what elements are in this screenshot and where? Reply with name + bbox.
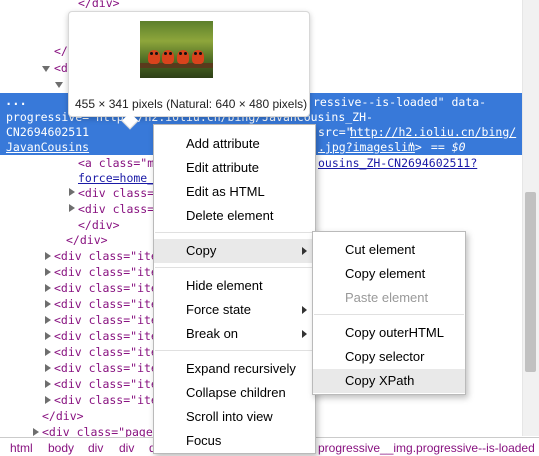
submenu-item-copy-xpath[interactable]: Copy XPath: [313, 369, 465, 393]
breadcrumb-item-current[interactable]: progressive__img.progressive--is-loaded: [318, 441, 535, 455]
expand-triangle-icon[interactable]: [45, 332, 51, 340]
more-dots-icon[interactable]: ...: [5, 94, 27, 108]
menu-item-copy[interactable]: Copy: [154, 239, 315, 263]
image-thumbnail: [140, 21, 213, 78]
submenu-arrow-icon: [302, 330, 307, 338]
scrollbar-thumb[interactable]: [525, 192, 536, 372]
tree-line[interactable]: </div>: [78, 218, 120, 234]
tree-line[interactable]: </: [54, 44, 68, 60]
tree-line[interactable]: <div class="ite: [54, 313, 158, 329]
tree-link[interactable]: ousins_ZH-CN2694602511?: [318, 156, 477, 172]
menu-item-scroll-into-view[interactable]: Scroll into view: [154, 405, 315, 429]
menu-item-add-attribute[interactable]: Add attribute: [154, 132, 315, 156]
menu-separator: [155, 232, 314, 233]
selected-link-src[interactable]: http://h2.ioliu.cn/bing/: [350, 125, 516, 139]
menu-separator: [155, 267, 314, 268]
submenu-item-cut-element[interactable]: Cut element: [313, 238, 465, 262]
tree-line[interactable]: <div class="ite: [54, 329, 158, 345]
submenu-item-copy-element[interactable]: Copy element: [313, 262, 465, 286]
image-preview-tooltip: 455 × 341 pixels (Natural: 640 × 480 pix…: [68, 11, 310, 117]
menu-item-edit-as-html[interactable]: Edit as HTML: [154, 180, 315, 204]
selected-line-3b: src=": [318, 125, 353, 139]
collapse-triangle-icon[interactable]: [55, 82, 63, 88]
expand-triangle-icon[interactable]: [69, 204, 75, 212]
expand-triangle-icon[interactable]: [45, 252, 51, 260]
tree-line[interactable]: </div>: [42, 409, 84, 425]
expand-triangle-icon[interactable]: [33, 428, 39, 436]
tree-line[interactable]: <div class=": [78, 186, 161, 202]
frog-shape: [177, 50, 189, 64]
tree-line[interactable]: <div class="ite: [54, 393, 158, 409]
selected-line-3a: CN2694602511: [6, 125, 90, 139]
submenu-item-copy-outerhtml[interactable]: Copy outerHTML: [313, 321, 465, 345]
menu-item-expand-recursively[interactable]: Expand recursively: [154, 357, 315, 381]
submenu-arrow-icon: [302, 306, 307, 314]
tree-line[interactable]: <div class="ite: [54, 281, 158, 297]
submenu-item-copy-selector[interactable]: Copy selector: [313, 345, 465, 369]
expand-triangle-icon[interactable]: [45, 348, 51, 356]
menu-item-hide-element[interactable]: Hide element: [154, 274, 315, 298]
tree-line[interactable]: <d: [54, 61, 68, 77]
tree-line[interactable]: <div class="ite: [54, 361, 158, 377]
tree-line[interactable]: <div class="ite: [54, 297, 158, 313]
tree-line[interactable]: <div class="ite: [54, 265, 158, 281]
menu-item-delete-element[interactable]: Delete element: [154, 204, 315, 228]
menu-item-force-state[interactable]: Force state: [154, 298, 315, 322]
menu-item-break-on[interactable]: Break on: [154, 322, 315, 346]
tree-line[interactable]: <a class="ma: [78, 156, 161, 172]
frog-shape: [162, 50, 174, 64]
menu-item-collapse-children[interactable]: Collapse children: [154, 381, 315, 405]
current-node-indicator: == $0: [424, 140, 466, 154]
image-dimensions-text: 455 × 341 pixels (Natural: 640 × 480 pix…: [75, 97, 308, 111]
menu-separator: [314, 314, 464, 315]
selected-line-4c: ">: [408, 140, 422, 154]
breadcrumb-item[interactable]: html: [10, 441, 33, 455]
expand-triangle-icon[interactable]: [45, 396, 51, 404]
selected-line-4a: JavanCousins: [6, 140, 90, 154]
breadcrumb-item[interactable]: div: [119, 441, 134, 455]
submenu-arrow-icon: [302, 247, 307, 255]
selected-line-1: ressive--is-loaded" data-: [313, 95, 487, 109]
copy-submenu: Cut element Copy element Paste element C…: [312, 231, 466, 395]
menu-separator: [155, 350, 314, 351]
expand-triangle-icon[interactable]: [45, 364, 51, 372]
tree-line[interactable]: </div>: [66, 233, 108, 249]
expand-triangle-icon[interactable]: [45, 316, 51, 324]
selected-link-imageslim[interactable]: .jpg?imageslim: [318, 140, 415, 154]
expand-triangle-icon[interactable]: [45, 380, 51, 388]
expand-triangle-icon[interactable]: [45, 284, 51, 292]
vertical-scrollbar[interactable]: [522, 0, 539, 436]
tree-line[interactable]: <div class=": [78, 202, 161, 218]
tree-line[interactable]: <div class="ite: [54, 377, 158, 393]
tree-line[interactable]: <div class="ite: [54, 249, 158, 265]
collapse-triangle-icon[interactable]: [42, 66, 50, 72]
context-menu: Add attribute Edit attribute Edit as HTM…: [153, 124, 316, 454]
breadcrumb-item[interactable]: div: [88, 441, 103, 455]
tree-line[interactable]: <div class="ite: [54, 345, 158, 361]
tree-link[interactable]: force=home_1: [78, 171, 161, 187]
expand-triangle-icon[interactable]: [45, 300, 51, 308]
submenu-item-paste-element: Paste element: [345, 290, 429, 305]
expand-triangle-icon[interactable]: [69, 188, 75, 196]
expand-triangle-icon[interactable]: [45, 268, 51, 276]
menu-item-focus[interactable]: Focus: [154, 429, 315, 453]
frog-shape: [192, 50, 204, 64]
breadcrumb-item[interactable]: body: [48, 441, 74, 455]
frog-shape: [148, 50, 160, 64]
menu-item-edit-attribute[interactable]: Edit attribute: [154, 156, 315, 180]
